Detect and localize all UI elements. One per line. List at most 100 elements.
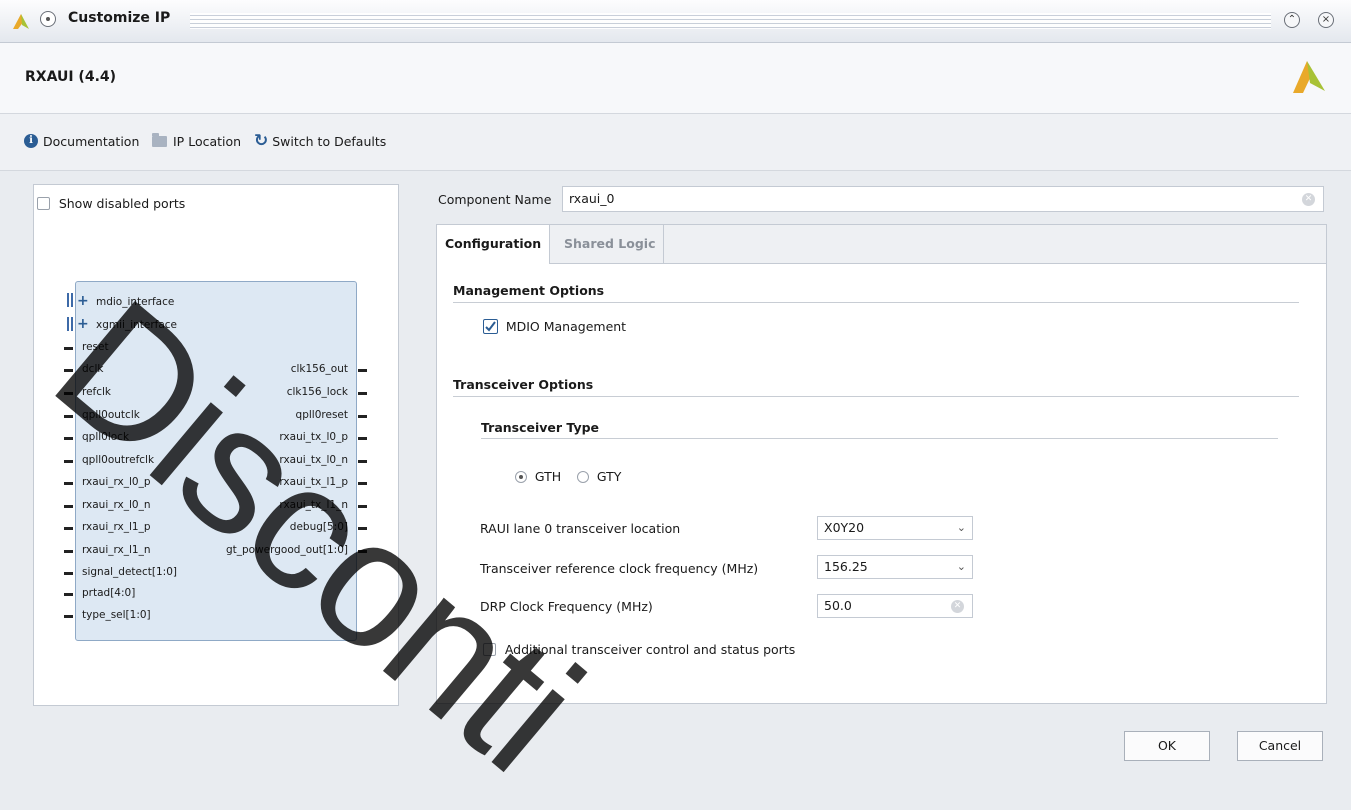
expand-icon[interactable]: + (77, 293, 89, 309)
lane-location-select[interactable]: X0Y20 ⌄ (817, 516, 973, 540)
port-label: type_sel[1:0] (82, 609, 151, 621)
component-name-label: Component Name (438, 192, 552, 207)
port-pin (358, 392, 367, 395)
vivado-logo-icon (13, 14, 29, 29)
port-label: rxaui_tx_l0_p (279, 431, 348, 443)
port-label: rxaui_tx_l1_p (279, 476, 348, 488)
component-name-input[interactable]: rxaui_0 ✕ (562, 186, 1324, 212)
port-label: qpll0outrefclk (82, 454, 155, 466)
management-options-header: Management Options (453, 283, 605, 298)
lane-location-label: RAUI lane 0 transceiver location (480, 521, 681, 536)
show-disabled-label: Show disabled ports (58, 196, 186, 211)
toolbar: i Documentation IP Location ↻ Switch to … (0, 114, 1351, 171)
port-label: rxaui_rx_l0_p (82, 476, 151, 488)
ok-button[interactable]: OK (1124, 731, 1210, 761)
tab-bar: Configuration Shared Logic (437, 225, 1326, 264)
port-pin (64, 505, 73, 508)
port-pin (358, 527, 367, 530)
port-label: reset (82, 341, 109, 353)
switch-defaults-label: Switch to Defaults (272, 133, 387, 149)
bus-marker (67, 317, 69, 331)
info-icon: i (24, 134, 38, 148)
port-label: gt_powergood_out[1:0] (225, 544, 348, 556)
clear-icon[interactable]: ✕ (1302, 193, 1315, 206)
window-menu-icon[interactable] (40, 11, 56, 27)
close-icon[interactable]: × (1318, 12, 1334, 28)
divider (481, 438, 1278, 439)
port-label: prtad[4:0] (82, 587, 136, 599)
port-pin (358, 460, 367, 463)
port-pin (64, 392, 73, 395)
port-label: rxaui_tx_l1_n (279, 499, 348, 511)
ip-header: RXAUI (4.4) (0, 43, 1351, 114)
maximize-icon[interactable]: ⌃ (1284, 12, 1300, 28)
port-label: signal_detect[1:0] (82, 566, 177, 578)
port-label: xgmii_interface (96, 319, 178, 331)
documentation-button[interactable]: i Documentation (24, 132, 139, 150)
radio-gth-label: GTH (534, 469, 562, 484)
port-pin (64, 550, 73, 553)
radio-gty[interactable]: GTY (577, 469, 621, 484)
port-label: qpll0outclk (82, 409, 140, 421)
additional-ports-label: Additional transceiver control and statu… (504, 642, 796, 657)
port-label: clk156_lock (286, 386, 348, 398)
config-tab-panel: Configuration Shared Logic Management Op… (436, 224, 1327, 704)
port-label: qpll0lock (82, 431, 130, 443)
mdio-management-toggle[interactable]: MDIO Management (483, 319, 626, 334)
port-pin (358, 482, 367, 485)
title-bar: Customize IP ⌃ × (0, 0, 1351, 43)
ip-location-button[interactable]: IP Location (152, 132, 241, 150)
port-pin (358, 369, 367, 372)
radio-gth[interactable]: GTH (515, 469, 561, 484)
cancel-button[interactable]: Cancel (1237, 731, 1323, 761)
component-name-value: rxaui_0 (569, 191, 615, 206)
mdio-checkbox[interactable] (483, 319, 498, 334)
chevron-down-icon: ⌄ (956, 521, 966, 534)
refclk-select[interactable]: 156.25 ⌄ (817, 555, 973, 579)
port-pin (358, 437, 367, 440)
mdio-label: MDIO Management (505, 319, 627, 334)
show-disabled-checkbox[interactable] (37, 197, 50, 210)
port-label: mdio_interface (96, 296, 175, 308)
refclk-value: 156.25 (824, 559, 868, 574)
bus-marker (71, 317, 73, 331)
symbol-panel: Show disabled ports + mdio_interface + x… (33, 184, 399, 706)
transceiver-options-header: Transceiver Options (453, 377, 594, 392)
title-bar-grip (190, 13, 1271, 29)
port-label: rxaui_rx_l1_n (82, 544, 151, 556)
port-pin (64, 347, 73, 350)
port-pin (64, 415, 73, 418)
xilinx-logo-icon (1293, 61, 1325, 93)
port-label: clk156_out (290, 363, 348, 375)
port-pin (358, 550, 367, 553)
documentation-label: Documentation (43, 133, 140, 149)
divider (453, 396, 1299, 397)
expand-icon[interactable]: + (77, 316, 89, 332)
port-pin (358, 415, 367, 418)
port-pin (358, 505, 367, 508)
tab-shared-logic[interactable]: Shared Logic (556, 225, 665, 263)
ip-location-label: IP Location (173, 133, 242, 149)
radio-button-gty[interactable] (577, 470, 589, 483)
drp-clock-input[interactable]: 50.0 ✕ (817, 594, 973, 618)
show-disabled-ports-toggle[interactable]: Show disabled ports (37, 196, 185, 211)
refclk-label: Transceiver reference clock frequency (M… (480, 561, 759, 576)
switch-defaults-button[interactable]: ↻ Switch to Defaults (254, 132, 386, 150)
radio-button-gth[interactable] (515, 470, 527, 483)
port-label: qpll0reset (295, 409, 348, 421)
port-pin (64, 593, 73, 596)
chevron-down-icon: ⌄ (956, 560, 966, 573)
additional-ports-checkbox[interactable] (483, 643, 496, 656)
port-pin (64, 437, 73, 440)
port-label: refclk (82, 386, 112, 398)
transceiver-type-header: Transceiver Type (481, 420, 600, 435)
drp-clock-value: 50.0 (824, 598, 852, 613)
tab-configuration[interactable]: Configuration (437, 225, 551, 264)
lane-location-value: X0Y20 (824, 520, 865, 535)
clear-icon[interactable]: ✕ (951, 600, 964, 613)
port-label: rxaui_rx_l1_p (82, 521, 151, 533)
radio-gty-label: GTY (596, 469, 622, 484)
port-label: rxaui_tx_l0_n (279, 454, 348, 466)
additional-ports-toggle[interactable]: Additional transceiver control and statu… (483, 642, 795, 657)
port-pin (64, 527, 73, 530)
